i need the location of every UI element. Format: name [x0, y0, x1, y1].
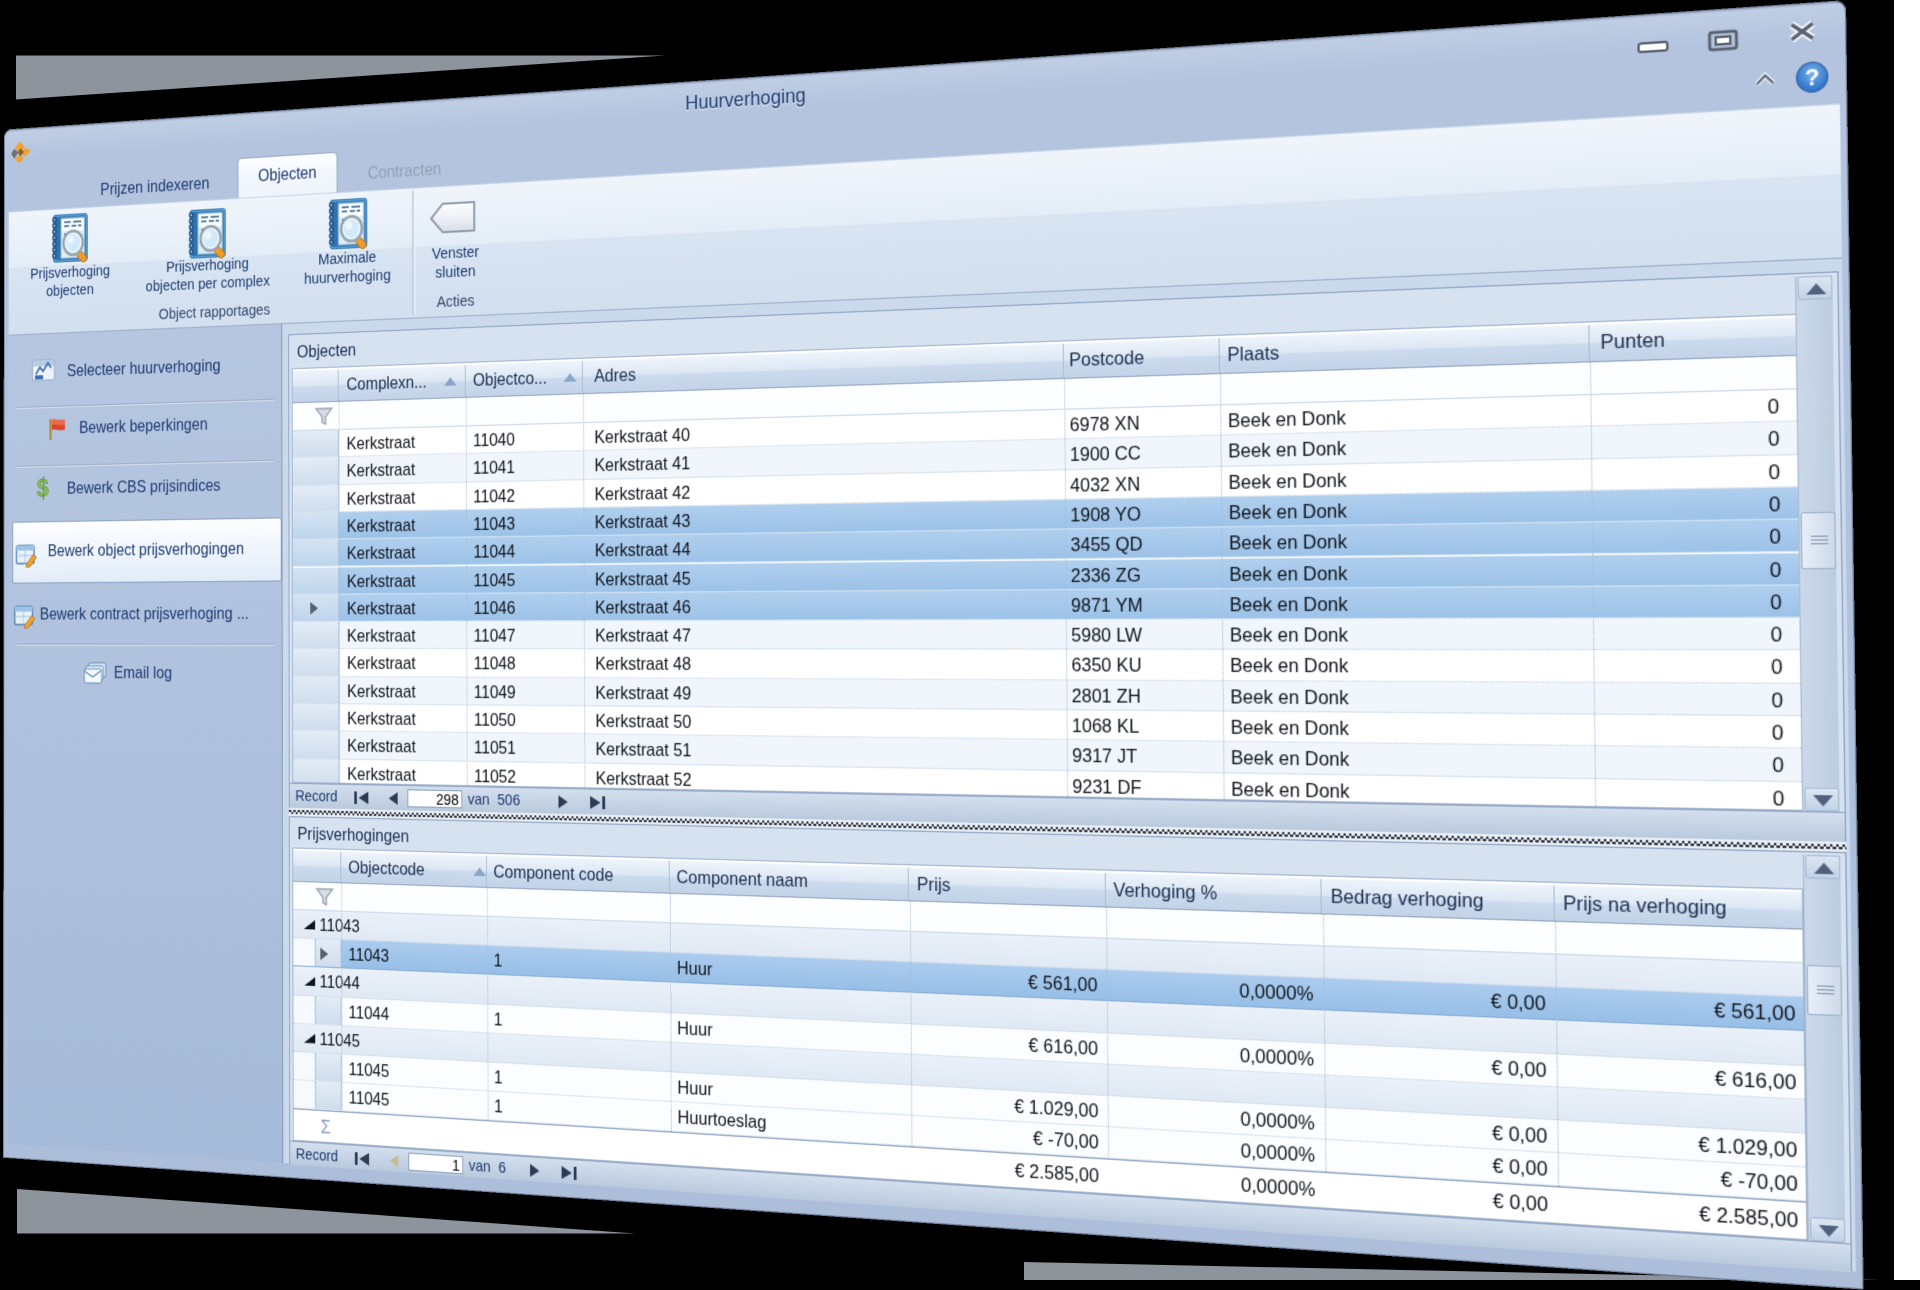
svg-text:S: S	[37, 476, 49, 501]
